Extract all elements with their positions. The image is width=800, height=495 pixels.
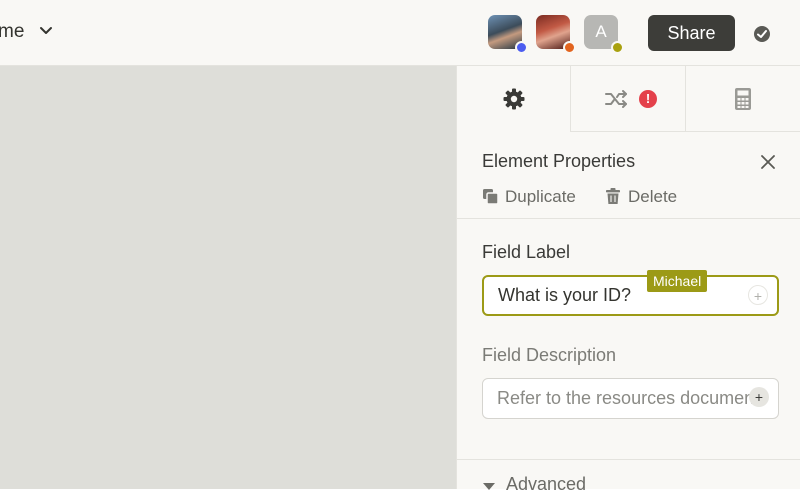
close-icon[interactable] — [761, 155, 775, 169]
delete-label: Delete — [628, 187, 678, 206]
tab-logic[interactable]: ! — [571, 66, 686, 132]
tab-calculations[interactable] — [686, 66, 800, 132]
field-label-input[interactable]: What is your ID? — [482, 275, 779, 316]
divider — [457, 218, 800, 219]
calculator-icon — [735, 88, 751, 110]
alert-badge: ! — [639, 90, 657, 108]
collaborator-cursor-tag: Michael — [647, 270, 708, 292]
field-label-heading: Field Label — [482, 242, 571, 262]
insert-variable-button[interactable]: + — [748, 285, 768, 305]
insert-variable-button[interactable]: + — [749, 387, 769, 407]
document-name[interactable]: me — [0, 21, 24, 43]
trash-icon — [606, 188, 620, 204]
presence-status-dot — [515, 41, 528, 54]
presence-status-dot — [563, 41, 576, 54]
element-properties-panel: ! Element Properties Duplicate Delete Fi… — [456, 66, 800, 494]
panel-tabs: ! — [457, 66, 800, 132]
shuffle-icon — [605, 90, 627, 108]
field-description-input[interactable]: Refer to the resources document — [482, 378, 779, 419]
gear-icon — [503, 88, 525, 110]
field-description-heading: Field Description — [482, 345, 617, 365]
chevron-down-icon[interactable] — [39, 26, 53, 36]
check-circle-icon[interactable] — [753, 25, 771, 43]
editor-canvas[interactable] — [0, 66, 456, 489]
top-bar: me A Share — [0, 0, 800, 66]
duplicate-label: Duplicate — [505, 187, 576, 206]
divider — [457, 459, 800, 460]
panel-title: Element Properties — [482, 151, 636, 171]
share-button[interactable]: Share — [648, 15, 735, 51]
caret-down-icon — [483, 483, 495, 490]
presence-status-dot — [611, 41, 624, 54]
advanced-label: Advanced — [506, 474, 587, 494]
copy-icon — [483, 189, 499, 205]
tab-settings[interactable] — [457, 66, 571, 132]
